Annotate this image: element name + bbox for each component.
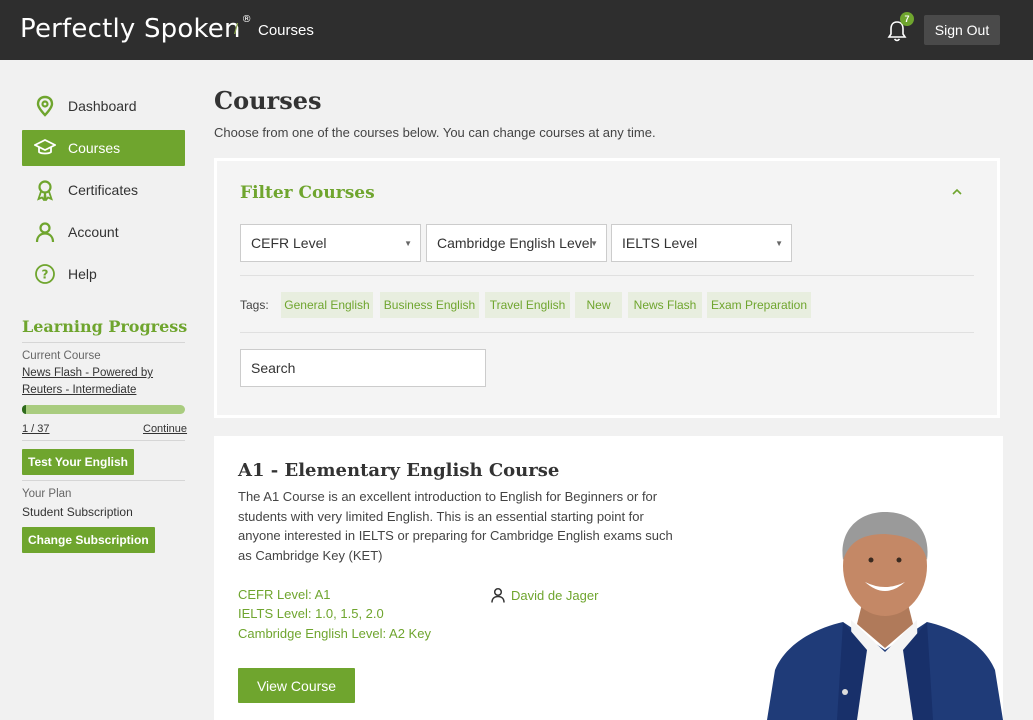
cambridge-level-select[interactable]: Cambridge English Level ▼ <box>426 224 607 262</box>
course-card: A1 - Elementary English Course The A1 Co… <box>214 436 1003 720</box>
your-plan-label: Your Plan <box>22 488 72 500</box>
ielts-level-meta: IELTS Level: 1.0, 1.5, 2.0 <box>238 606 384 621</box>
search-input[interactable] <box>240 349 486 387</box>
divider <box>22 342 185 343</box>
divider <box>22 440 185 441</box>
sidebar-item-account[interactable]: Account <box>22 214 185 250</box>
continue-link[interactable]: Continue <box>143 423 187 435</box>
select-value: CEFR Level <box>251 235 327 251</box>
cambridge-level-meta: Cambridge English Level: A2 Key <box>238 626 431 641</box>
chevron-down-icon: ▼ <box>404 239 412 248</box>
tag-travel-english[interactable]: Travel English <box>485 292 570 318</box>
user-icon <box>34 221 56 243</box>
sidebar-item-label: Dashboard <box>68 98 137 114</box>
sidebar-item-label: Help <box>68 266 97 282</box>
logo-mark: ® <box>241 14 252 25</box>
chevron-down-icon: ▼ <box>590 239 598 248</box>
cefr-level-meta: CEFR Level: A1 <box>238 587 331 602</box>
course-progress-fill <box>22 405 27 414</box>
divider <box>22 480 185 481</box>
award-icon <box>34 179 56 201</box>
course-progress-bar <box>22 405 185 414</box>
instructor-photo <box>767 500 1003 720</box>
tag-general-english[interactable]: General English <box>281 292 373 318</box>
sidebar-item-courses[interactable]: Courses <box>22 130 185 166</box>
ielts-level-select[interactable]: IELTS Level ▼ <box>611 224 792 262</box>
help-circle-icon: ? <box>34 263 56 285</box>
sidebar-item-label: Account <box>68 224 119 240</box>
change-subscription-button[interactable]: Change Subscription <box>22 527 155 553</box>
test-your-english-button[interactable]: Test Your English <box>22 449 135 475</box>
tag-exam-preparation[interactable]: Exam Preparation <box>707 292 811 318</box>
sign-out-button[interactable]: Sign Out <box>924 15 1000 45</box>
plan-name: Student Subscription <box>22 505 133 519</box>
sidebar-item-help[interactable]: ? Help <box>22 256 185 292</box>
instructor-name: David de Jager <box>511 587 599 603</box>
collapse-caret-icon[interactable] <box>951 185 963 199</box>
sidebar-item-label: Certificates <box>68 182 139 198</box>
breadcrumb-current: Courses <box>258 22 314 39</box>
course-description: The A1 Course is an excellent introducti… <box>238 489 673 563</box>
sidebar-item-dashboard[interactable]: Dashboard <box>22 88 185 124</box>
tag-news-flash[interactable]: News Flash <box>628 292 702 318</box>
current-course-link[interactable]: News Flash - Powered by Reuters - Interm… <box>22 365 172 399</box>
tags-label: Tags: <box>240 298 269 312</box>
svg-text:?: ? <box>42 268 49 282</box>
top-bar: Perfectly Spoken® / Courses 7 Sign Out <box>0 0 1033 60</box>
filter-title[interactable]: Filter Courses <box>240 183 375 203</box>
learning-progress-title: Learning Progress <box>22 317 188 336</box>
instructor: David de Jager <box>490 587 598 603</box>
sidebar-item-certificates[interactable]: Certificates <box>22 172 185 208</box>
current-course-label: Current Course <box>22 350 101 362</box>
notification-count-badge: 7 <box>900 12 914 26</box>
cefr-level-select[interactable]: CEFR Level ▼ <box>240 224 421 262</box>
logo[interactable]: Perfectly Spoken® <box>20 14 252 44</box>
breadcrumb-separator: / <box>234 21 239 38</box>
select-value: IELTS Level <box>622 235 698 251</box>
graduation-cap-icon <box>34 137 56 159</box>
tag-new[interactable]: New <box>575 292 622 318</box>
select-value: Cambridge English Level <box>437 235 593 251</box>
view-course-button[interactable]: View Course <box>238 668 355 703</box>
filter-panel: Filter Courses CEFR Level ▼ Cambridge En… <box>214 158 1000 418</box>
course-title[interactable]: A1 - Elementary English Course <box>238 460 559 481</box>
page-title: Courses <box>214 86 322 115</box>
divider <box>240 332 974 333</box>
sidebar-nav: Dashboard Courses Certificates Account ?… <box>22 88 185 298</box>
progress-count-link[interactable]: 1 / 37 <box>22 423 50 435</box>
map-pin-icon <box>34 95 56 117</box>
page-subtitle: Choose from one of the courses below. Yo… <box>214 125 656 140</box>
tag-business-english[interactable]: Business English <box>380 292 479 318</box>
user-icon <box>490 587 506 603</box>
logo-text: Perfectly Spoken <box>20 14 241 44</box>
sidebar-item-label: Courses <box>68 140 121 156</box>
chevron-down-icon: ▼ <box>775 239 783 248</box>
divider <box>240 275 974 276</box>
